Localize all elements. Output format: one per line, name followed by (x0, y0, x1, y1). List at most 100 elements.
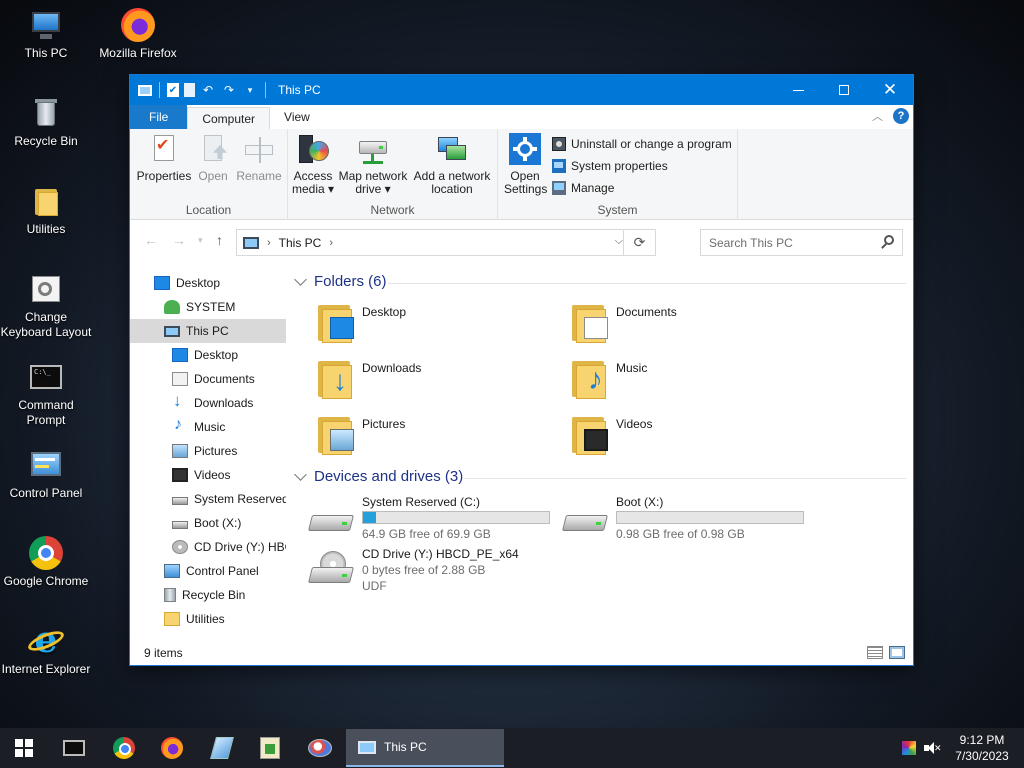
taskbar-firefox[interactable] (148, 728, 196, 768)
breadcrumb-this-pc[interactable]: This PC (279, 236, 322, 250)
nav-item-utilities[interactable]: Utilities (130, 607, 286, 631)
internet-explorer-icon: e (25, 622, 67, 658)
breadcrumb-chevron-icon[interactable]: › (267, 237, 271, 249)
nav-item-system-reserved[interactable]: System Reserved ( (130, 487, 286, 511)
redo-icon[interactable]: ↷ (221, 82, 237, 98)
search-box[interactable] (700, 229, 903, 256)
drive-tile-cd-drive[interactable]: CD Drive (Y:) HBCD_PE_x64 0 bytes free o… (308, 547, 560, 603)
drive-tile-boot[interactable]: Boot (X:) 0.98 GB free of 0.98 GB (562, 495, 814, 551)
navigation-pane: Desktop SYSTEM This PC Desktop Documents… (130, 273, 288, 633)
desktop-icon-internet-explorer[interactable]: e Internet Explorer (0, 622, 92, 677)
tab-computer[interactable]: Computer (187, 107, 271, 129)
search-input[interactable] (709, 235, 874, 250)
properties-icon[interactable]: ✔ (167, 83, 179, 97)
taskbar: This PC ✕ 9:12 PM 7/30/2023 (0, 728, 1024, 768)
drive-free-space: 0 bytes free of 2.88 GB (362, 563, 486, 577)
desktop-icon-command-prompt[interactable]: C:\_ Command Prompt (0, 360, 92, 428)
chevron-down-icon (294, 273, 307, 286)
open-settings-button[interactable]: Open Settings (504, 133, 547, 196)
desktop-icon-keyboard-layout[interactable]: Change Keyboard Layout (0, 272, 92, 340)
customize-toolbar-icon[interactable]: ▾ (242, 82, 258, 98)
folder-tile-videos[interactable]: Videos (570, 411, 820, 461)
close-button[interactable]: ✕ (867, 75, 913, 105)
nav-item-boot[interactable]: Boot (X:) (130, 511, 286, 535)
desktop-icon-label: Internet Explorer (1, 662, 91, 676)
taskbar-tool[interactable] (198, 728, 246, 768)
help-icon[interactable]: ? (893, 108, 909, 124)
breadcrumb-chevron-icon[interactable]: › (329, 237, 333, 249)
desktop-icon-this-pc[interactable]: This PC (0, 8, 92, 61)
open-button[interactable]: Open (194, 133, 232, 183)
map-network-drive-button[interactable]: Map network drive ▾ (336, 133, 410, 196)
desktop-icon-utilities[interactable]: Utilities (0, 184, 92, 237)
system-properties-button[interactable]: System properties (552, 159, 668, 173)
start-button[interactable] (0, 728, 48, 768)
nav-item-system-user[interactable]: SYSTEM (130, 295, 286, 319)
forward-arrow-icon[interactable]: → (172, 232, 186, 248)
title-bar[interactable]: ✔ ↶ ↷ ▾ This PC ✕ (130, 75, 913, 105)
taskbar-command-prompt[interactable] (50, 728, 98, 768)
section-drives-header[interactable]: Devices and drives (3) (294, 468, 463, 485)
uninstall-program-button[interactable]: Uninstall or change a program (552, 137, 732, 151)
manage-button[interactable]: Manage (552, 181, 614, 195)
nav-item-documents[interactable]: Documents (130, 367, 286, 391)
nav-item-desktop-sub[interactable]: Desktop (130, 343, 286, 367)
folder-tile-pictures[interactable]: Pictures (316, 411, 566, 461)
color-tray-icon[interactable] (902, 741, 916, 755)
folder-tile-music[interactable]: Music (570, 355, 820, 405)
new-folder-icon[interactable] (184, 83, 195, 97)
access-media-icon (297, 133, 329, 165)
nav-item-control-panel[interactable]: Control Panel (130, 559, 286, 583)
volume-muted-icon[interactable]: ✕ (924, 741, 942, 755)
recent-locations-icon[interactable]: ▾ (198, 235, 203, 246)
desktop-icon-label: Control Panel (9, 486, 83, 500)
up-arrow-icon[interactable]: ↑ (216, 232, 223, 248)
nav-item-recycle-bin[interactable]: Recycle Bin (130, 583, 286, 607)
nav-item-videos[interactable]: Videos (130, 463, 286, 487)
undo-icon[interactable]: ↶ (200, 82, 216, 98)
folder-tile-desktop[interactable]: Desktop (316, 299, 566, 349)
taskbar-task-this-pc[interactable]: This PC (346, 729, 504, 767)
nav-item-desktop[interactable]: Desktop (130, 271, 286, 295)
details-view-icon[interactable] (867, 646, 883, 659)
tiles-view-icon[interactable] (889, 646, 905, 659)
desktop-icon-firefox[interactable]: Mozilla Firefox (92, 8, 184, 61)
hard-drive-icon (308, 507, 354, 531)
address-dropdown-icon[interactable]: ⌵ (615, 235, 623, 248)
maximize-button[interactable] (821, 75, 867, 105)
taskbar-paint[interactable] (296, 728, 344, 768)
pc-icon[interactable] (138, 84, 152, 96)
nav-item-music[interactable]: Music (130, 415, 286, 439)
tab-file[interactable]: File (130, 105, 188, 129)
address-bar[interactable]: › This PC › ⌵ ⟳ (236, 229, 656, 256)
drive-tile-system-reserved[interactable]: System Reserved (C:) 64.9 GB free of 69.… (308, 495, 560, 551)
taskbar-notepad[interactable] (246, 728, 294, 768)
close-icon: ✕ (882, 80, 898, 99)
properties-button[interactable]: ✔ Properties (136, 133, 192, 183)
taskbar-chrome[interactable] (100, 728, 148, 768)
refresh-button[interactable]: ⟳ (623, 230, 655, 255)
desktop-icon-recycle-bin[interactable]: Recycle Bin (0, 96, 92, 149)
pc-icon (358, 740, 376, 754)
folder-tile-downloads[interactable]: Downloads (316, 355, 566, 405)
pictures-folder-icon (316, 411, 356, 455)
access-media-button[interactable]: Access media ▾ (290, 133, 336, 196)
desktop-icon-chrome[interactable]: Google Chrome (0, 536, 92, 589)
tab-view[interactable]: View (270, 105, 324, 129)
minimize-button[interactable] (775, 75, 821, 105)
collapse-ribbon-icon[interactable]: ︿ (872, 108, 883, 124)
desktop-icon-control-panel[interactable]: Control Panel (0, 448, 92, 501)
clock[interactable]: 9:12 PM 7/30/2023 (950, 732, 1014, 764)
add-network-location-button[interactable]: Add a network location (410, 133, 494, 196)
search-icon[interactable] (884, 235, 894, 245)
ribbon-tabs: File Computer View ︿ ? (130, 105, 913, 129)
section-folders-header[interactable]: Folders (6) (294, 273, 387, 290)
nav-item-downloads[interactable]: Downloads (130, 391, 286, 415)
folder-tile-documents[interactable]: Documents (570, 299, 820, 349)
nav-item-this-pc[interactable]: This PC (130, 319, 286, 343)
nav-item-pictures[interactable]: Pictures (130, 439, 286, 463)
rename-button[interactable]: Rename (234, 133, 284, 183)
back-arrow-icon[interactable]: ← (144, 232, 158, 248)
control-panel-icon (29, 448, 63, 482)
nav-item-cd-drive[interactable]: CD Drive (Y:) HBC (130, 535, 286, 559)
